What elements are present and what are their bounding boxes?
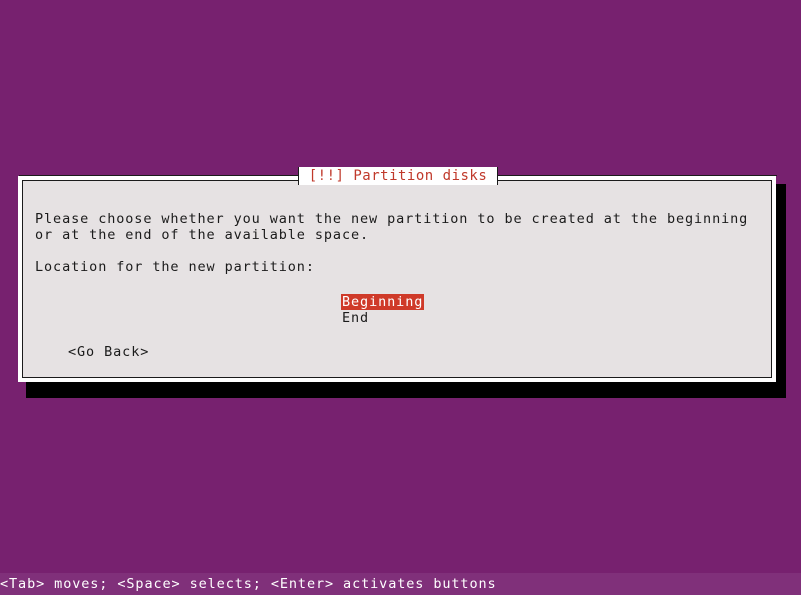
option-row-beginning[interactable]: Beginning (341, 291, 425, 310)
location-prompt-label: Location for the new partition: (35, 259, 315, 275)
dialog-button-row: <Go Back> (67, 341, 150, 360)
dialog-title: [!!] Partition disks (298, 167, 498, 185)
partition-disks-dialog: [!!] Partition disks Please choose wheth… (18, 167, 777, 382)
go-back-button[interactable]: <Go Back> (67, 344, 150, 360)
title-rule-left (19, 167, 299, 185)
dialog-content-area: [!!] Partition disks Please choose wheth… (19, 167, 777, 378)
dialog-title-bar: [!!] Partition disks (19, 167, 777, 185)
status-bar-hint: <Tab> moves; <Space> selects; <Enter> ac… (0, 573, 801, 595)
option-end[interactable]: End (341, 310, 370, 326)
location-options-list[interactable]: Beginning End (341, 291, 425, 326)
title-rule-right (497, 167, 777, 185)
dialog-body-text: Please choose whether you want the new p… (35, 211, 758, 243)
installer-screen: [!!] Partition disks Please choose wheth… (0, 0, 801, 595)
